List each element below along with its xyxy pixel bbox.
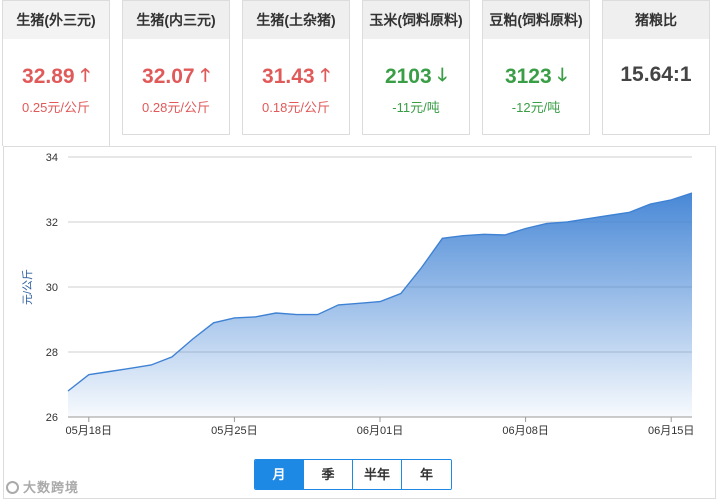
area-fill: [68, 193, 692, 417]
card-value: 31.43 🡑: [243, 63, 349, 93]
range-month-button[interactable]: 月: [255, 460, 304, 489]
arrow-up-icon: 🡑: [200, 65, 210, 85]
price-card-row: 生猪(外三元) 32.89 🡑 0.25元/公斤 生猪(内三元) 32.07 🡑 0…: [2, 0, 716, 146]
y-tick-label: 28: [46, 347, 58, 359]
card-value-number: 31.43: [262, 65, 315, 88]
watermark-logo-icon: [6, 481, 19, 494]
price-card-soymeal[interactable]: 豆粕(饲料原料) 3123 🡓 -12元/吨: [482, 0, 590, 135]
card-value: 3123 🡓: [483, 63, 589, 93]
y-tick-label: 26: [46, 412, 58, 424]
y-axis-label: 元/公斤: [21, 269, 34, 305]
y-tick-label: 34: [46, 152, 58, 164]
price-area-chart: 26 28 30 32 34 05月18日 05月25日 06月01日 06月08日 06月15日…: [21, 152, 694, 437]
card-title: 生猪(土杂猪): [243, 1, 349, 39]
card-value-number: 2103: [384, 65, 432, 88]
price-card-pig-local[interactable]: 生猪(土杂猪) 31.43 🡑 0.18元/公斤: [242, 0, 350, 135]
arrow-down-icon: 🡓: [437, 65, 448, 85]
time-range-selector: 月 季 半年 年: [254, 459, 452, 490]
card-change: -11元/吨: [392, 100, 440, 115]
arrow-up-icon: 🡑: [320, 65, 330, 85]
card-value-number: 32.89: [22, 65, 75, 88]
arrow-down-icon: 🡓: [557, 65, 568, 85]
x-tick-label: 05月25日: [211, 425, 257, 437]
price-card-pig-inner[interactable]: 生猪(内三元) 32.07 🡑 0.28元/公斤: [122, 0, 230, 135]
card-title: 玉米(饲料原料): [363, 1, 469, 39]
price-chart-panel: 26 28 30 32 34 05月18日 05月25日 06月01日 06月08日 06月15日…: [3, 146, 716, 499]
card-title: 猪粮比: [603, 1, 709, 39]
card-change: 0.18元/公斤: [262, 100, 330, 115]
card-value: 32.07 🡑: [123, 63, 229, 93]
card-value-number: 32.07: [142, 65, 195, 88]
card-change: 0.25元/公斤: [22, 100, 90, 115]
card-value: 32.89 🡑: [3, 63, 109, 93]
card-value: 2103 🡓: [363, 63, 469, 93]
x-tick-label: 05月18日: [66, 425, 112, 437]
card-change: 0.28元/公斤: [142, 100, 210, 115]
y-tick-label: 30: [46, 282, 58, 294]
card-title: 生猪(外三元): [3, 1, 109, 39]
y-tick-label: 32: [46, 217, 58, 229]
price-card-hog-grain-ratio[interactable]: 猪粮比 15.64:1: [602, 0, 710, 135]
card-change: -12元/吨: [511, 100, 561, 115]
x-tick-label: 06月08日: [502, 425, 548, 437]
card-value: 15.64:1: [603, 63, 709, 87]
price-card-pig-outer[interactable]: 生猪(外三元) 32.89 🡑 0.25元/公斤: [2, 0, 110, 146]
card-value-number: 15.64:1: [620, 63, 692, 86]
range-quarter-button[interactable]: 季: [304, 460, 353, 489]
x-tick-label: 06月01日: [357, 425, 403, 437]
card-title: 生猪(内三元): [123, 1, 229, 39]
x-tick-label: 06月15日: [648, 425, 694, 437]
card-title: 豆粕(饲料原料): [483, 1, 589, 39]
range-year-button[interactable]: 年: [402, 460, 451, 489]
watermark-text: 大数跨境: [23, 480, 80, 495]
price-card-corn[interactable]: 玉米(饲料原料) 2103 🡓 -11元/吨: [362, 0, 470, 135]
watermark: 大数跨境: [6, 477, 79, 496]
card-value-number: 3123: [504, 65, 552, 88]
range-halfyear-button[interactable]: 半年: [353, 460, 402, 489]
price-dashboard: 生猪(外三元) 32.89 🡑 0.25元/公斤 生猪(内三元) 32.07 🡑 0…: [0, 0, 717, 500]
arrow-up-icon: 🡑: [80, 65, 90, 85]
